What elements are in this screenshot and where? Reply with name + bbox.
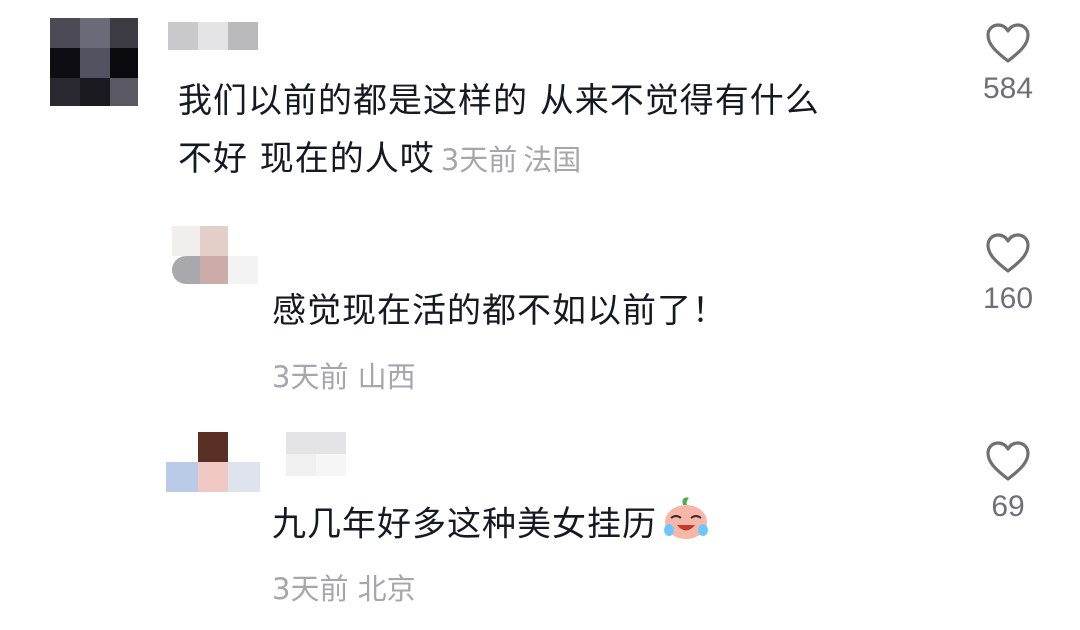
comment-text-line: 不好 现在的人哎 3天前 法国 [178, 139, 582, 179]
like-count: 584 [982, 72, 1034, 105]
comment-location: 法国 [523, 143, 582, 177]
reply-item: 九几年好多这种美女挂历 3天前 北京 69 [0, 420, 1080, 630]
comment-time: 3天前 [272, 360, 349, 394]
comment-text: 我们以前的都是这样的 从来不觉得有什么 不好 现在的人哎 3天前 法国 [178, 72, 938, 189]
like-count: 160 [982, 282, 1034, 315]
crying-laughing-emoji [661, 492, 711, 560]
comment-item: 我们以前的都是这样的 从来不觉得有什么 不好 现在的人哎 3天前 法国 584 [0, 0, 1080, 200]
like-count: 69 [991, 490, 1025, 523]
username-blurred[interactable] [168, 22, 260, 50]
heart-outline-icon [986, 233, 1030, 273]
comment-time: 3天前 [272, 572, 349, 606]
comment-text-line: 我们以前的都是这样的 从来不觉得有什么 [178, 81, 820, 121]
comment-time: 3天前 [440, 143, 518, 177]
reply-item: 感觉现在活的都不如以前了！ 3天前 山西 160 [0, 210, 1080, 410]
comment-text-content: 九几年好多这种美女挂历 [272, 504, 657, 545]
avatar[interactable] [50, 18, 138, 106]
comment-text: 九几年好多这种美女挂历 [272, 492, 711, 560]
comment-text: 感觉现在活的都不如以前了！ [272, 291, 727, 331]
comment-meta: 3天前 山西 [272, 354, 416, 396]
heart-outline-icon [986, 23, 1030, 63]
avatar[interactable] [166, 432, 260, 492]
like-button[interactable]: 160 [963, 232, 1053, 316]
avatar[interactable] [172, 226, 258, 284]
heart-outline-icon [986, 441, 1030, 481]
username-blurred[interactable] [286, 432, 348, 478]
comment-meta: 3天前 北京 [272, 566, 416, 608]
comment-location: 山西 [357, 360, 416, 394]
like-button[interactable]: 584 [963, 22, 1053, 106]
comment-location: 北京 [357, 572, 416, 606]
like-button[interactable]: 69 [963, 440, 1053, 524]
